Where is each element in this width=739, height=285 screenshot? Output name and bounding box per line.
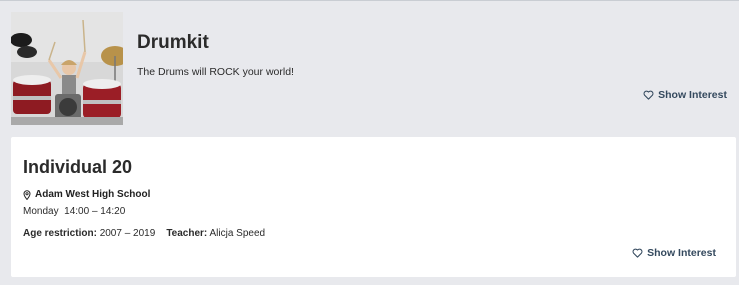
course-image-drumkit	[11, 12, 123, 125]
course-description: The Drums will ROCK your world!	[137, 66, 294, 78]
age-restriction-label: Age restriction:	[23, 228, 97, 239]
heart-outline-icon	[632, 248, 643, 258]
teacher-label: Teacher:	[166, 228, 208, 239]
teacher: Teacher: Alicja Speed	[166, 228, 265, 239]
session-show-interest-button[interactable]: Show Interest	[632, 247, 716, 259]
session-schedule: Monday 14:00 – 14:20	[23, 206, 125, 217]
session-time: 14:00 – 14:20	[64, 206, 126, 217]
session-location-name: Adam West High School	[35, 189, 151, 200]
drumkit-photo	[11, 12, 123, 125]
age-restriction: Age restriction: 2007 – 2019	[23, 228, 155, 239]
session-day: Monday	[23, 206, 59, 217]
session-show-interest-label: Show Interest	[647, 247, 716, 259]
course-header: Drumkit The Drums will ROCK your world! …	[0, 1, 739, 134]
course-title: Drumkit	[137, 32, 209, 53]
session-card: Individual 20 Adam West High School Mond…	[11, 137, 736, 277]
course-show-interest-label: Show Interest	[658, 89, 727, 101]
teacher-value: Alicja Speed	[209, 228, 266, 239]
session-title: Individual 20	[23, 157, 133, 177]
age-restriction-value: 2007 – 2019	[99, 228, 156, 239]
session-meta: Age restriction: 2007 – 2019 Teacher: Al…	[23, 228, 265, 239]
course-show-interest-button[interactable]: Show Interest	[643, 89, 727, 101]
map-pin-icon	[23, 189, 31, 200]
session-location: Adam West High School	[23, 189, 150, 200]
heart-outline-icon	[643, 90, 654, 100]
